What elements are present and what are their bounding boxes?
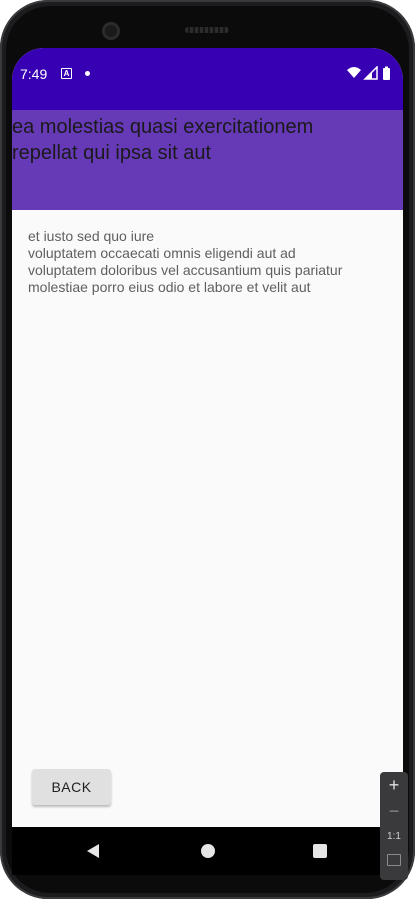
nav-back-icon[interactable] [86, 843, 100, 859]
page-title-line: ea molestias quasi exercitationem [12, 116, 314, 138]
page-title: ea molestias quasi exercitationem repell… [12, 114, 403, 166]
nav-home-icon[interactable] [201, 844, 215, 858]
device-frame: 7:49 A ea molestias quasi exercitationem… [0, 0, 415, 899]
wifi-icon [347, 67, 361, 78]
notification-dot-icon [85, 71, 90, 76]
emulator-zoom-controls: + − 1:1 [380, 772, 408, 880]
status-time: 7:49 [20, 66, 48, 82]
back-button[interactable]: BACK [32, 769, 111, 805]
nav-recents-icon[interactable] [313, 844, 327, 858]
zoom-in-button[interactable]: + [380, 772, 408, 798]
app-screen: 7:49 A ea molestias quasi exercitationem… [12, 48, 403, 827]
zoom-out-button[interactable]: − [380, 798, 408, 824]
body-line: voluptatem occaecati omnis eligendi aut … [28, 245, 296, 261]
app-bar: ea molestias quasi exercitationem repell… [12, 110, 403, 210]
post-body: et iusto sed quo iure voluptatem occaeca… [28, 228, 388, 296]
zoom-reset-button[interactable]: 1:1 [380, 824, 408, 850]
earpiece-speaker-icon [185, 27, 229, 33]
system-navigation-bar [12, 827, 403, 875]
battery-icon [383, 66, 390, 80]
a-badge-icon: A [61, 68, 72, 79]
status-icons [347, 66, 390, 80]
body-line: molestiae porro eius odio et labore et v… [28, 279, 311, 295]
cell-signal-icon [363, 66, 378, 80]
fit-screen-icon[interactable] [387, 854, 401, 866]
body-line: voluptatem doloribus vel accusantium qui… [28, 262, 343, 278]
body-line: et iusto sed quo iure [28, 228, 155, 244]
status-bar: 7:49 A [12, 48, 403, 110]
page-title-line: repellat qui ipsa sit aut [12, 142, 212, 164]
front-camera-icon [102, 22, 120, 40]
